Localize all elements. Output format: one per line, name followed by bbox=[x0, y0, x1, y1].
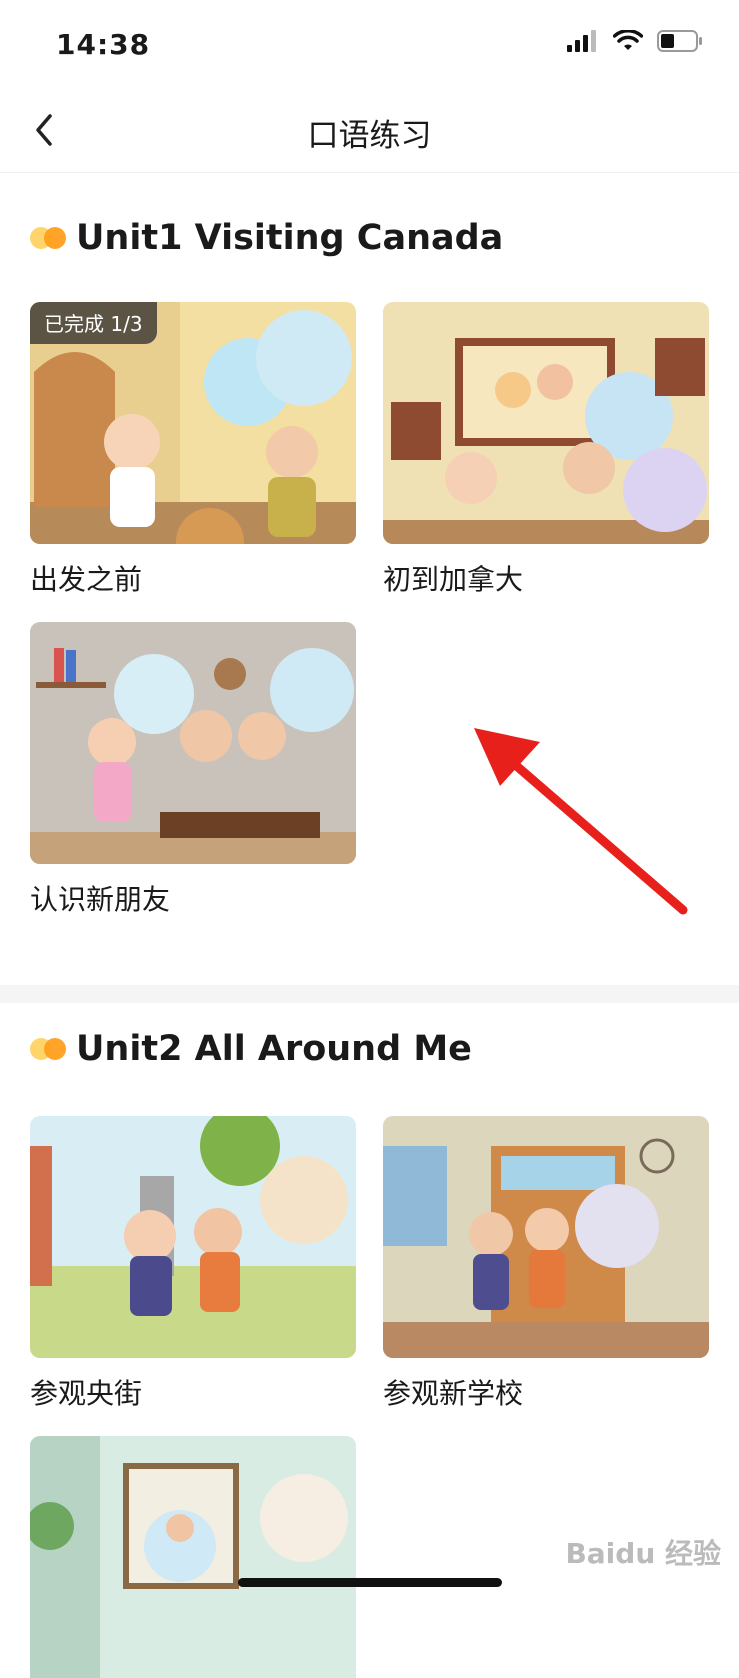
lesson-card-2[interactable]: 初到加拿大 bbox=[383, 302, 709, 598]
dot-right bbox=[44, 227, 66, 249]
unit2-title: Unit2 All Around Me bbox=[76, 1029, 472, 1069]
home-indicator[interactable] bbox=[238, 1578, 502, 1587]
lesson-thumbnail bbox=[30, 1436, 356, 1678]
lesson-title: 出发之前 bbox=[30, 563, 143, 596]
status-icons bbox=[567, 30, 703, 52]
lesson-thumbnail bbox=[30, 1116, 356, 1358]
lesson-card-3[interactable]: 认识新朋友 bbox=[30, 622, 356, 918]
lesson-card-6[interactable] bbox=[30, 1436, 356, 1678]
unit1-section: Unit1 Visiting Canada 已完成 1/3 出发之前 初到加拿大… bbox=[0, 172, 739, 985]
dot-right bbox=[44, 1038, 66, 1060]
lesson-thumbnail bbox=[30, 622, 356, 864]
lesson-thumbnail bbox=[383, 1116, 709, 1358]
unit-dots-icon bbox=[30, 1038, 68, 1060]
signal-icon bbox=[567, 30, 596, 52]
unit1-title: Unit1 Visiting Canada bbox=[76, 218, 504, 258]
unit-dots-icon bbox=[30, 227, 68, 249]
page-title: 口语练习 bbox=[307, 118, 432, 154]
section-divider bbox=[0, 985, 739, 1003]
status-bar: 14:38 bbox=[0, 0, 739, 92]
lesson-title: 认识新朋友 bbox=[30, 883, 171, 916]
lesson-card-1[interactable]: 已完成 1/3 出发之前 bbox=[30, 302, 356, 598]
lesson-title: 参观央街 bbox=[30, 1377, 143, 1410]
lesson-title: 参观新学校 bbox=[383, 1377, 524, 1410]
unit2-title-row: Unit2 All Around Me bbox=[30, 1029, 472, 1069]
unit1-title-row: Unit1 Visiting Canada bbox=[30, 218, 503, 258]
lesson-card-4[interactable]: 参观央街 bbox=[30, 1116, 356, 1412]
lesson-thumbnail bbox=[383, 302, 709, 544]
unit2-section: Unit2 All Around Me 参观央街 参观新学校 bbox=[0, 1003, 739, 1678]
status-time: 14:38 bbox=[56, 28, 151, 61]
watermark: Baidu 经验 bbox=[565, 1537, 721, 1570]
completion-badge: 已完成 1/3 bbox=[30, 302, 157, 344]
battery-icon bbox=[657, 30, 702, 52]
lesson-title: 初到加拿大 bbox=[383, 563, 524, 596]
wifi-icon bbox=[613, 30, 643, 50]
lesson-card-5[interactable]: 参观新学校 bbox=[383, 1116, 709, 1412]
nav-bar: 口语练习 bbox=[0, 92, 739, 173]
